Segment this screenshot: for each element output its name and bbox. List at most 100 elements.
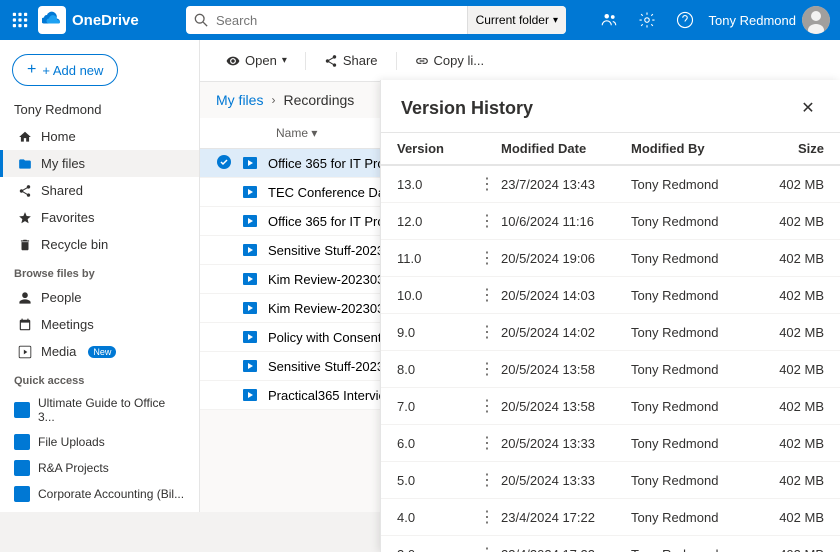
version-date: 20/5/2024 13:33: [501, 436, 631, 451]
files-icon: [17, 157, 33, 171]
sidebar-item-shared[interactable]: Shared: [0, 177, 199, 204]
row-more-options-icon[interactable]: ⋮: [477, 248, 497, 268]
breadcrumb-folder: Recordings: [283, 92, 354, 108]
sidebar-item-home[interactable]: Home: [0, 123, 199, 150]
share-people-icon[interactable]: [595, 6, 623, 34]
quick-item-office-guide[interactable]: Ultimate Guide to Office 3...: [0, 391, 199, 429]
sidebar-item-meetings[interactable]: Meetings: [0, 311, 199, 338]
user-name-label: Tony Redmond: [709, 13, 796, 28]
version-row[interactable]: 11.0 ⋮ 20/5/2024 19:06 Tony Redmond 402 …: [381, 240, 840, 277]
row-more-options-icon[interactable]: ⋮: [477, 544, 497, 552]
version-panel-header: Version History ✕: [381, 80, 840, 133]
search-scope-selector[interactable]: Current folder ▾: [467, 6, 566, 34]
search-bar[interactable]: Current folder ▾: [186, 6, 566, 34]
version-size: 402 MB: [754, 362, 824, 377]
quick-item-corporate-accounting[interactable]: Corporate Accounting (Bil...: [0, 481, 199, 507]
open-button[interactable]: Open ▾: [216, 48, 297, 73]
sidebar-item-favorites[interactable]: Favorites: [0, 204, 199, 231]
version-row[interactable]: 3.0 ⋮ 23/4/2024 17:22 Tony Redmond 402 M…: [381, 536, 840, 552]
col-size: Size: [754, 141, 824, 156]
quick-item-corporate-acquisition[interactable]: Corporate Acquisition Pla...: [0, 507, 199, 512]
sidebar-item-media[interactable]: Media New: [0, 338, 199, 365]
version-row[interactable]: 12.0 ⋮ 10/6/2024 11:16 Tony Redmond 402 …: [381, 203, 840, 240]
home-icon: [17, 130, 33, 144]
search-input[interactable]: [208, 6, 467, 34]
row-more-options-icon[interactable]: ⋮: [477, 359, 497, 379]
video-file-icon: [240, 153, 260, 173]
breadcrumb-separator: ›: [271, 93, 275, 107]
version-number: 6.0: [397, 436, 477, 451]
star-icon: [17, 211, 33, 225]
sidebar: + + Add new Tony Redmond Home My files S…: [0, 40, 200, 512]
version-row[interactable]: 5.0 ⋮ 20/5/2024 13:33 Tony Redmond 402 M…: [381, 462, 840, 499]
row-more-options-icon[interactable]: ⋮: [477, 285, 497, 305]
row-more-options-icon[interactable]: ⋮: [477, 470, 497, 490]
version-number: 12.0: [397, 214, 477, 229]
col-modified-date: Modified Date: [501, 141, 631, 156]
quick-access-section-label: Quick access: [0, 365, 199, 391]
app-grid-icon[interactable]: [10, 10, 30, 30]
quick-item-rna-projects[interactable]: R&A Projects: [0, 455, 199, 481]
version-table: Version Modified Date Modified By Size 1…: [381, 133, 840, 552]
breadcrumb-root[interactable]: My files: [216, 92, 263, 108]
version-size: 402 MB: [754, 473, 824, 488]
sidebar-item-my-files[interactable]: My files: [0, 150, 199, 177]
version-modified-by: Tony Redmond: [631, 177, 754, 192]
version-panel-title: Version History: [401, 98, 533, 119]
close-panel-button[interactable]: ✕: [796, 96, 820, 120]
chevron-down-icon: ▾: [553, 15, 558, 26]
row-more-options-icon[interactable]: ⋮: [477, 211, 497, 231]
version-modified-by: Tony Redmond: [631, 288, 754, 303]
version-date: 20/5/2024 13:33: [501, 473, 631, 488]
version-row[interactable]: 13.0 ⋮ 23/7/2024 13:43 Tony Redmond 402 …: [381, 166, 840, 203]
sidebar-user-name: Tony Redmond: [0, 96, 199, 123]
open-chevron-icon: ▾: [282, 55, 287, 66]
video-file-icon: [240, 182, 260, 202]
version-number: 5.0: [397, 473, 477, 488]
video-file-icon: [240, 327, 260, 347]
quick-item-file-uploads[interactable]: File Uploads: [0, 429, 199, 455]
version-row[interactable]: 8.0 ⋮ 20/5/2024 13:58 Tony Redmond 402 M…: [381, 351, 840, 388]
version-table-header: Version Modified Date Modified By Size: [381, 133, 840, 166]
sidebar-item-label: Recycle bin: [41, 237, 108, 252]
version-modified-by: Tony Redmond: [631, 214, 754, 229]
version-modified-by: Tony Redmond: [631, 547, 754, 552]
row-more-options-icon[interactable]: ⋮: [477, 433, 497, 453]
version-number: 10.0: [397, 288, 477, 303]
version-row[interactable]: 10.0 ⋮ 20/5/2024 14:03 Tony Redmond 402 …: [381, 277, 840, 314]
version-date: 23/4/2024 17:22: [501, 547, 631, 552]
row-more-options-icon[interactable]: ⋮: [477, 322, 497, 342]
version-row[interactable]: 6.0 ⋮ 20/5/2024 13:33 Tony Redmond 402 M…: [381, 425, 840, 462]
version-size: 402 MB: [754, 436, 824, 451]
video-file-icon: [240, 298, 260, 318]
version-row[interactable]: 9.0 ⋮ 20/5/2024 14:02 Tony Redmond 402 M…: [381, 314, 840, 351]
help-question-icon[interactable]: [671, 6, 699, 34]
row-more-options-icon[interactable]: ⋮: [477, 396, 497, 416]
sidebar-item-people[interactable]: People: [0, 284, 199, 311]
version-size: 402 MB: [754, 288, 824, 303]
version-date: 10/6/2024 11:16: [501, 214, 631, 229]
version-date: 20/5/2024 13:58: [501, 399, 631, 414]
row-more-options-icon[interactable]: ⋮: [477, 174, 497, 194]
quick-item-label: R&A Projects: [38, 461, 109, 475]
toolbar: Open ▾ Share Copy li...: [200, 40, 840, 82]
quick-item-icon: [14, 486, 30, 502]
sidebar-item-recycle-bin[interactable]: Recycle bin: [0, 231, 199, 258]
version-date: 20/5/2024 14:03: [501, 288, 631, 303]
col-version: Version: [397, 141, 477, 156]
calendar-icon: [17, 318, 33, 332]
version-size: 402 MB: [754, 251, 824, 266]
version-size: 402 MB: [754, 325, 824, 340]
version-date: 20/5/2024 19:06: [501, 251, 631, 266]
version-row[interactable]: 4.0 ⋮ 23/4/2024 17:22 Tony Redmond 402 M…: [381, 499, 840, 536]
quick-item-icon: [14, 434, 30, 450]
row-more-options-icon[interactable]: ⋮: [477, 507, 497, 527]
user-area[interactable]: Tony Redmond: [709, 6, 830, 34]
quick-item-label: Ultimate Guide to Office 3...: [38, 396, 185, 424]
version-row[interactable]: 7.0 ⋮ 20/5/2024 13:58 Tony Redmond 402 M…: [381, 388, 840, 425]
share-button[interactable]: Share: [314, 48, 388, 73]
add-new-button[interactable]: + + Add new: [12, 54, 118, 86]
version-number: 3.0: [397, 547, 477, 552]
copy-link-button[interactable]: Copy li...: [405, 48, 495, 73]
settings-gear-icon[interactable]: [633, 6, 661, 34]
